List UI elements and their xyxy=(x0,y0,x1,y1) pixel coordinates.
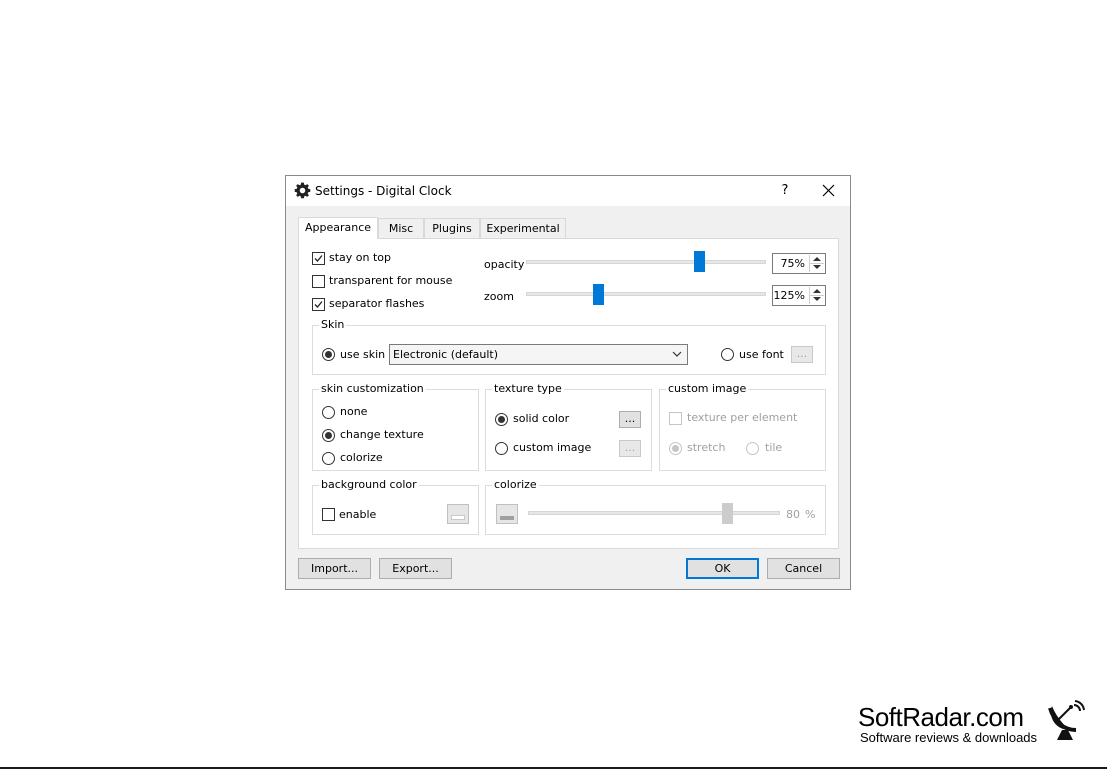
colorize-slider-track[interactable] xyxy=(528,511,780,515)
separator-flashes-label: separator flashes xyxy=(329,297,425,310)
stretch-label: stretch xyxy=(687,441,726,454)
tab-plugins[interactable]: Plugins xyxy=(424,218,480,238)
softradar-watermark-title: SoftRadar.com xyxy=(858,702,1024,732)
font-browse-button[interactable]: ... xyxy=(791,346,813,363)
background-color-swatch[interactable] xyxy=(447,504,469,524)
custom-image-button[interactable]: ... xyxy=(619,440,641,457)
tab-misc[interactable]: Misc xyxy=(378,218,424,238)
skin-customization-title: skin customization xyxy=(319,382,426,395)
tab-appearance[interactable]: Appearance xyxy=(298,217,378,239)
zoom-spinbox[interactable]: 125% xyxy=(772,285,826,306)
texture-type-group: texture type solid color ... custom imag… xyxy=(485,382,652,471)
stay-on-top-checkbox[interactable] xyxy=(312,252,325,265)
cancel-button[interactable]: Cancel xyxy=(767,558,840,579)
texture-per-element-checkbox[interactable] xyxy=(669,412,682,425)
opacity-slider-thumb[interactable] xyxy=(694,251,705,272)
background-enable-checkbox[interactable] xyxy=(322,508,335,521)
zoom-slider-track[interactable] xyxy=(526,292,766,296)
chevron-down-icon xyxy=(672,351,682,357)
zoom-slider-thumb[interactable] xyxy=(593,284,604,305)
satellite-dish-icon xyxy=(1048,700,1085,740)
customization-change-texture-label: change texture xyxy=(340,428,424,441)
title-bar[interactable]: Settings - Digital Clock ? xyxy=(286,176,850,206)
opacity-spinbox[interactable]: 75% xyxy=(772,253,826,274)
separator-flashes-checkbox[interactable] xyxy=(312,298,325,311)
customization-colorize-radio[interactable] xyxy=(322,452,335,465)
tab-experimental[interactable]: Experimental xyxy=(480,218,566,238)
import-button[interactable]: Import... xyxy=(298,558,371,579)
tile-radio[interactable] xyxy=(746,442,759,455)
opacity-label: opacity xyxy=(484,258,525,271)
background-enable-label: enable xyxy=(339,508,377,521)
window-title: Settings - Digital Clock xyxy=(315,184,452,198)
use-font-label: use font xyxy=(739,348,784,361)
zoom-label: zoom xyxy=(484,290,514,303)
custom-image-title: custom image xyxy=(666,382,749,395)
close-button[interactable] xyxy=(813,176,843,206)
skin-select[interactable]: Electronic (default) xyxy=(389,344,688,365)
zoom-value: 125% xyxy=(773,289,805,302)
transparent-for-mouse-checkbox[interactable] xyxy=(312,275,325,288)
customization-change-texture-radio[interactable] xyxy=(322,429,335,442)
close-icon xyxy=(822,184,835,197)
opacity-spin-arrows[interactable] xyxy=(809,255,824,272)
texture-per-element-label: texture per element xyxy=(687,411,798,424)
skin-customization-group: skin customization none change texture c… xyxy=(312,382,479,471)
softradar-watermark-subtitle: Software reviews & downloads xyxy=(860,730,1038,745)
stretch-radio[interactable] xyxy=(669,442,682,455)
background-color-group: background color enable xyxy=(312,478,479,535)
use-skin-radio[interactable] xyxy=(322,348,335,361)
colorize-value: 80 xyxy=(786,508,800,521)
opacity-value: 75% xyxy=(780,257,805,270)
export-button[interactable]: Export... xyxy=(379,558,452,579)
colorize-title: colorize xyxy=(492,478,539,491)
custom-image-radio[interactable] xyxy=(495,442,508,455)
custom-image-label: custom image xyxy=(513,441,592,454)
zoom-spin-arrows[interactable] xyxy=(809,287,824,304)
settings-dialog: Settings - Digital Clock ? Appearance Mi… xyxy=(285,175,851,590)
skin-group-title: Skin xyxy=(319,318,347,331)
transparent-for-mouse-label: transparent for mouse xyxy=(329,274,453,287)
custom-image-group: custom image texture per element stretch… xyxy=(659,382,826,471)
opacity-slider-track[interactable] xyxy=(526,260,766,264)
colorize-color-swatch[interactable] xyxy=(496,504,518,524)
customization-colorize-label: colorize xyxy=(340,451,383,464)
use-font-radio[interactable] xyxy=(721,348,734,361)
skin-group: Skin use skin Electronic (default) use f… xyxy=(312,318,826,375)
appearance-panel: stay on top transparent for mouse separa… xyxy=(298,238,839,549)
texture-type-title: texture type xyxy=(492,382,564,395)
skin-select-value: Electronic (default) xyxy=(393,348,499,361)
customization-none-label: none xyxy=(340,405,368,418)
help-button[interactable]: ? xyxy=(770,176,800,206)
solid-color-radio[interactable] xyxy=(495,413,508,426)
gear-icon xyxy=(294,182,311,199)
tile-label: tile xyxy=(765,441,783,454)
ok-button[interactable]: OK xyxy=(686,558,759,579)
colorize-group: colorize 80 % xyxy=(485,478,826,535)
use-skin-label: use skin xyxy=(340,348,386,361)
stay-on-top-label: stay on top xyxy=(329,251,392,264)
colorize-slider-thumb[interactable] xyxy=(722,503,733,524)
colorize-unit: % xyxy=(805,508,816,521)
solid-color-button[interactable]: ... xyxy=(619,411,641,428)
solid-color-label: solid color xyxy=(513,412,570,425)
customization-none-radio[interactable] xyxy=(322,406,335,419)
background-color-title: background color xyxy=(319,478,419,491)
